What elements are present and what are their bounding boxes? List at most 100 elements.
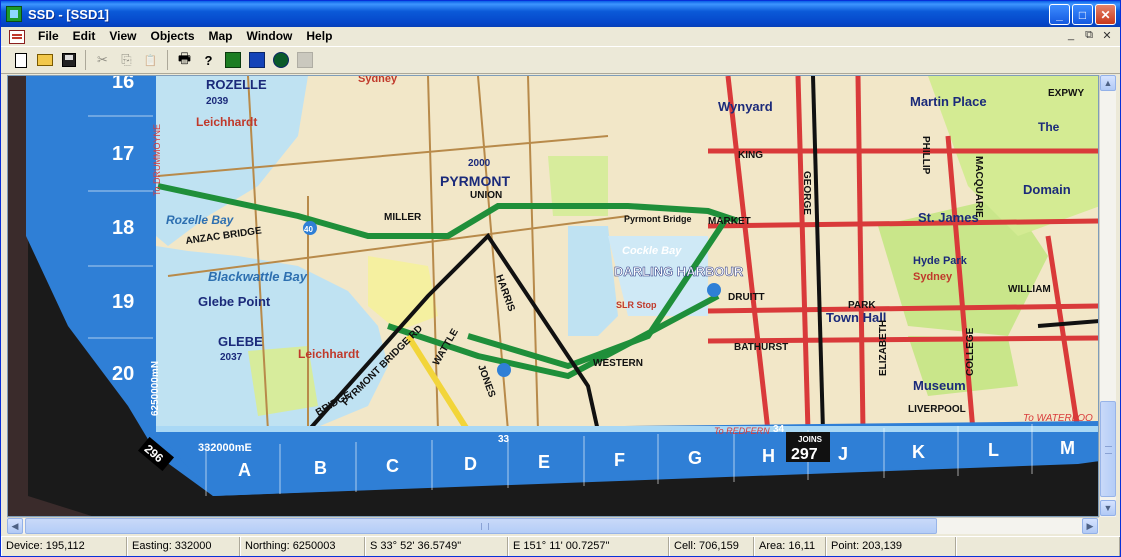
suburb-label: Leichhardt <box>298 347 359 361</box>
help-icon: ? <box>204 52 213 68</box>
status-cell: Cell: 706,159 <box>669 537 754 556</box>
window-controls: _ □ ✕ <box>1049 4 1116 25</box>
globe-button[interactable] <box>269 49 292 71</box>
street-label: DRUITT <box>728 292 765 303</box>
scroll-up-button[interactable]: ▲ <box>1100 75 1116 91</box>
column-label: D <box>464 454 477 474</box>
street-label: ELIZABETH <box>878 320 889 376</box>
status-longitude: E 151° 11' 00.7257" <box>508 537 669 556</box>
to-waterloo-label: To WATERLOO <box>1023 413 1093 424</box>
street-label: WILLIAM <box>1008 284 1051 295</box>
column-label: C <box>386 456 399 476</box>
scroll-right-button[interactable]: ▶ <box>1082 518 1098 534</box>
status-area: Area: 16,11 <box>754 537 826 556</box>
suburb-label: DARLING HARBOUR <box>614 264 744 279</box>
title-bar[interactable]: SSD - [SSD1] _ □ ✕ <box>1 1 1120 27</box>
status-northing: Northing: 6250003 <box>240 537 365 556</box>
street-label: MARKET <box>708 216 751 227</box>
menu-map[interactable]: Map <box>202 27 240 46</box>
station-label: Martin Place <box>910 94 987 109</box>
water-label: Blackwattle Bay <box>208 269 308 284</box>
easting-label: 332000mE <box>198 442 252 454</box>
map-viewport[interactable]: 16 17 18 19 20 A B C D E F G H J K L M 2… <box>7 75 1099 517</box>
street-label: MILLER <box>384 212 422 223</box>
column-label: H <box>762 446 775 466</box>
row-label: 16 <box>112 76 134 93</box>
new-button[interactable] <box>9 49 32 71</box>
column-label: A <box>238 460 251 480</box>
copy-icon: ⎘ <box>121 52 132 67</box>
postcode-label: 2037 <box>220 352 243 363</box>
new-icon <box>14 52 27 68</box>
column-label: B <box>314 458 327 478</box>
column-label: L <box>988 440 999 460</box>
menu-view[interactable]: View <box>102 27 143 46</box>
scroll-down-button[interactable]: ▼ <box>1100 500 1116 516</box>
street-label: PARK <box>848 300 876 311</box>
station-label: St. James <box>918 210 979 225</box>
column-label: K <box>912 442 925 462</box>
status-point: Point: 203,139 <box>826 537 956 556</box>
maximize-button[interactable]: □ <box>1072 4 1093 25</box>
status-bar: Device: 195,112 Easting: 332000 Northing… <box>1 536 1120 556</box>
street-label: BATHURST <box>734 342 788 353</box>
copy-button[interactable]: ⎘ <box>115 49 138 71</box>
save-icon <box>61 53 76 67</box>
toolbar-separator <box>85 50 86 70</box>
cut-button[interactable]: ✂ <box>91 49 114 71</box>
layer-icon <box>296 52 313 68</box>
street-label: MACQUARIE <box>973 156 984 218</box>
grid-number: 33 <box>498 434 510 445</box>
route-button[interactable] <box>245 49 268 71</box>
street-label: WESTERN <box>593 358 643 369</box>
menu-edit[interactable]: Edit <box>66 27 103 46</box>
mdi-minimize-button[interactable]: _ <box>1064 29 1078 42</box>
save-button[interactable] <box>57 49 80 71</box>
menu-objects[interactable]: Objects <box>143 27 201 46</box>
grid-number: 34 <box>773 424 785 435</box>
suburb-label: PYRMONT <box>440 173 510 189</box>
horizontal-scrollbar[interactable]: ◀ ▶ <box>7 517 1099 534</box>
column-label: F <box>614 450 625 470</box>
vertical-scroll-thumb[interactable] <box>1100 401 1116 497</box>
close-button[interactable]: ✕ <box>1095 4 1116 25</box>
street-label: KING <box>738 150 763 161</box>
status-easting: Easting: 332000 <box>127 537 240 556</box>
paste-button[interactable]: 📋 <box>139 49 162 71</box>
layer-button[interactable] <box>293 49 316 71</box>
row-label: 19 <box>112 291 134 313</box>
street-label: EXPWY <box>1048 88 1084 99</box>
menu-help[interactable]: Help <box>299 27 339 46</box>
app-icon[interactable] <box>6 6 22 22</box>
help-button[interactable]: ? <box>197 49 220 71</box>
menu-window[interactable]: Window <box>240 27 300 46</box>
globe-icon <box>272 52 289 68</box>
print-button[interactable]: 🖶 <box>173 49 196 71</box>
water-label: Rozelle Bay <box>166 213 235 227</box>
road-button[interactable] <box>221 49 244 71</box>
vertical-scrollbar[interactable]: ▲ ▼ <box>1099 75 1116 517</box>
mdi-restore-button[interactable]: ⧉ <box>1082 29 1096 42</box>
road-icon <box>224 52 241 68</box>
minimize-button[interactable]: _ <box>1049 4 1070 25</box>
column-label: G <box>688 448 702 468</box>
column-label: M <box>1060 438 1075 458</box>
row-label: 17 <box>112 143 134 165</box>
park-label: Domain <box>1023 182 1071 197</box>
postcode-label: 2000 <box>468 158 491 169</box>
postcode-label: 2039 <box>206 96 229 107</box>
mdi-close-button[interactable]: ✕ <box>1100 29 1114 42</box>
suburb-label: ROZELLE <box>206 77 267 92</box>
suburb-label: Leichhardt <box>196 115 257 129</box>
open-button[interactable] <box>33 49 56 71</box>
menu-file[interactable]: File <box>31 27 66 46</box>
scroll-left-button[interactable]: ◀ <box>7 518 23 534</box>
map-canvas[interactable]: 16 17 18 19 20 A B C D E F G H J K L M 2… <box>8 76 1099 517</box>
horizontal-scroll-thumb[interactable] <box>25 518 937 534</box>
park-label: The <box>1038 120 1060 134</box>
document-icon[interactable] <box>9 29 25 44</box>
street-label: UNION <box>470 190 502 201</box>
suburb-label: GLEBE <box>218 334 263 349</box>
mdi-controls: _ ⧉ ✕ <box>1064 29 1114 42</box>
street-label: PHILLIP <box>920 136 931 175</box>
